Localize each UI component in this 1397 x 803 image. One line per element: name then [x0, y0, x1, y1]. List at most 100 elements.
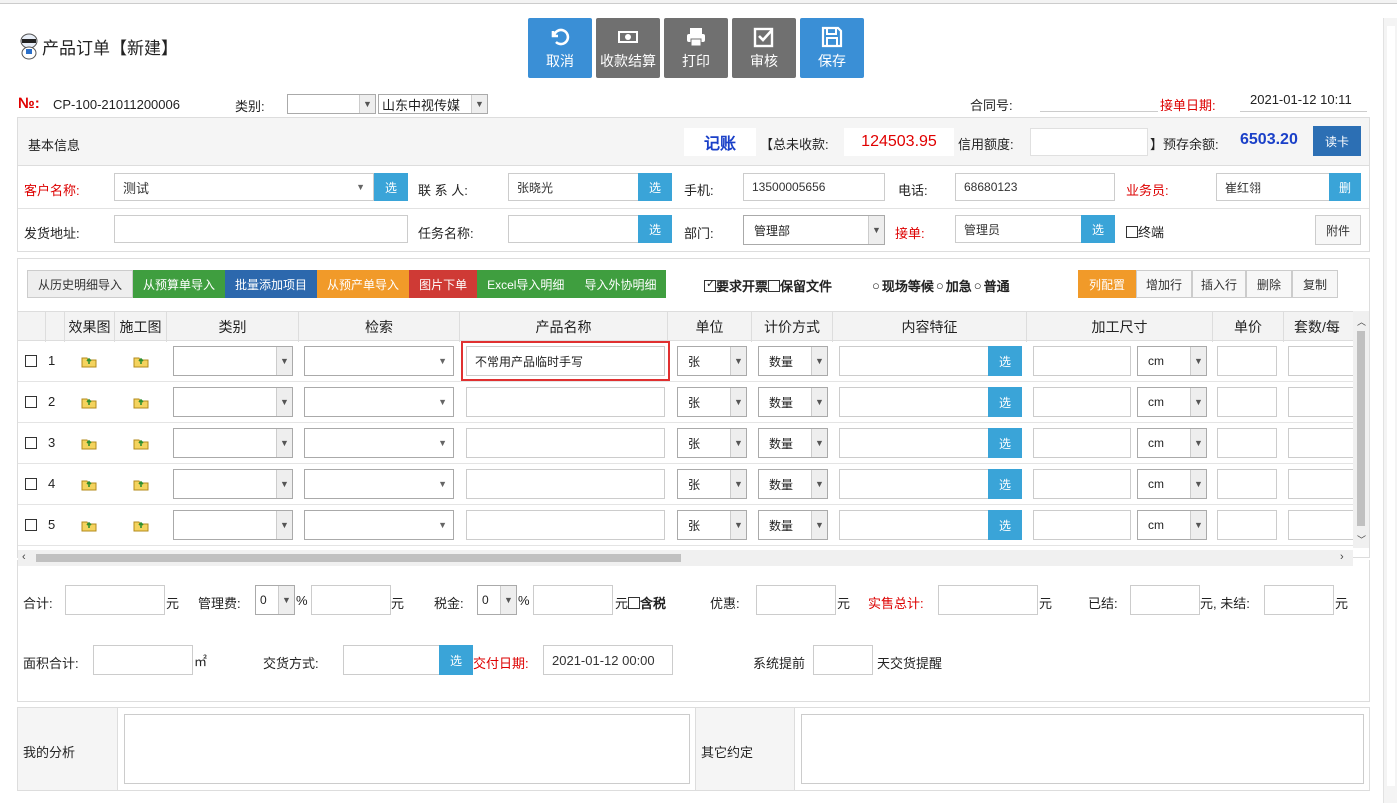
row-product-name-input[interactable] [466, 387, 665, 417]
mgmt-fee-select[interactable]: 0 ▼ [255, 585, 295, 615]
row-product-name-input[interactable] [466, 428, 665, 458]
row-category-select[interactable]: ▼ [173, 387, 293, 417]
terminal-checkbox[interactable]: 终端 [1126, 222, 1164, 241]
contract-input[interactable] [1040, 92, 1158, 112]
row-unit-select[interactable]: 张 ▼ [677, 469, 747, 499]
contact-select-button[interactable]: 选 [638, 173, 672, 201]
row-content-select-button[interactable]: 选 [988, 428, 1022, 458]
row-content-input[interactable] [839, 346, 989, 376]
sum-input[interactable] [65, 585, 165, 615]
row-content-select-button[interactable]: 选 [988, 469, 1022, 499]
audit-button[interactable]: 审核 [732, 18, 796, 78]
row-size-unit-select[interactable]: cm ▼ [1137, 428, 1207, 458]
row-unit-price-input[interactable] [1217, 510, 1277, 540]
row-unit-select[interactable]: 张 ▼ [677, 346, 747, 376]
task-input[interactable] [508, 215, 640, 243]
row-content-select-button[interactable]: 选 [988, 510, 1022, 540]
row-content-select-button[interactable]: 选 [988, 387, 1022, 417]
bookkeep-link[interactable]: 记账 [684, 128, 756, 156]
upload-folder-icon[interactable] [133, 437, 149, 450]
row-category-select[interactable]: ▼ [173, 510, 293, 540]
page-scrollbar[interactable] [1383, 18, 1397, 803]
tax-select[interactable]: 0 ▼ [477, 585, 517, 615]
budget-import-button[interactable]: 从预算单导入 [133, 270, 226, 298]
row-size-unit-select[interactable]: cm ▼ [1137, 469, 1207, 499]
radio-icon[interactable]: ○ [936, 278, 944, 293]
receive-date-input[interactable]: 2021-01-12 10:11 [1240, 92, 1367, 112]
salesman-input[interactable]: 崔红翎 [1216, 173, 1330, 201]
upload-folder-icon[interactable] [81, 396, 97, 409]
upload-folder-icon[interactable] [81, 437, 97, 450]
row-content-input[interactable] [839, 469, 989, 499]
upload-folder-icon[interactable] [81, 478, 97, 491]
row-size-input[interactable] [1033, 346, 1131, 376]
row-size-unit-select[interactable]: cm ▼ [1137, 387, 1207, 417]
radio-icon[interactable]: ○ [872, 278, 880, 293]
upload-folder-icon[interactable] [81, 519, 97, 532]
tax-inclusive-checkbox[interactable]: 元含税 [615, 593, 666, 612]
preprod-import-button[interactable]: 从预产单导入 [317, 270, 410, 298]
row-sets-input[interactable] [1288, 346, 1353, 376]
salesman-delete-button[interactable]: 删 [1329, 173, 1361, 201]
row-category-select[interactable]: ▼ [173, 346, 293, 376]
row-product-name-input[interactable] [466, 510, 665, 540]
sales-total-input[interactable] [938, 585, 1038, 615]
remind-days-input[interactable] [813, 645, 873, 675]
row-pricing-select[interactable]: 数量 ▼ [758, 346, 828, 376]
invoice-checkbox[interactable]: ✓ [704, 278, 716, 292]
row-search-select[interactable]: ▼ [304, 387, 454, 417]
other-agreement-textarea[interactable] [801, 714, 1364, 784]
row-size-unit-select[interactable]: cm ▼ [1137, 510, 1207, 540]
row-size-unit-select[interactable]: cm ▼ [1137, 346, 1207, 376]
checkbox-box[interactable] [1126, 225, 1138, 238]
unpaid-input[interactable] [1264, 585, 1334, 615]
row-product-name-input[interactable] [466, 469, 665, 499]
delivery-method-input[interactable] [343, 645, 440, 675]
row-pricing-select[interactable]: 数量 ▼ [758, 387, 828, 417]
upload-folder-icon[interactable] [133, 355, 149, 368]
mgmt-fee-input[interactable] [311, 585, 391, 615]
insert-row-button[interactable]: 插入行 [1192, 270, 1246, 298]
row-unit-select[interactable]: 张 ▼ [677, 387, 747, 417]
row-unit-price-input[interactable] [1217, 428, 1277, 458]
paid-input[interactable] [1130, 585, 1200, 615]
checkbox-box[interactable] [628, 596, 641, 609]
history-import-button[interactable]: 从历史明细导入 [27, 270, 134, 298]
delivery-method-select-button[interactable]: 选 [439, 645, 473, 675]
print-button[interactable]: 打印 [664, 18, 728, 78]
upload-folder-icon[interactable] [133, 519, 149, 532]
deliver-date-input[interactable]: 2021-01-12 00:00 [543, 645, 673, 675]
keepfile-checkbox[interactable] [768, 279, 781, 292]
row-search-select[interactable]: ▼ [304, 428, 454, 458]
task-select-button[interactable]: 选 [638, 215, 672, 243]
area-input[interactable] [93, 645, 193, 675]
row-checkbox[interactable] [25, 355, 37, 367]
receiver-input[interactable]: 管理员 [955, 215, 1083, 243]
upload-folder-icon[interactable] [133, 396, 149, 409]
mobile-input[interactable]: 13500005656 [743, 173, 885, 201]
row-unit-select[interactable]: 张 ▼ [677, 428, 747, 458]
row-sets-input[interactable] [1288, 469, 1353, 499]
my-analysis-textarea[interactable] [124, 714, 690, 784]
outsource-import-button[interactable]: 导入外协明细 [574, 270, 667, 298]
row-product-name-input[interactable]: 不常用产品临时手写 [461, 341, 670, 381]
company-select[interactable]: 山东中视传媒 ▼ [378, 94, 488, 114]
row-unit-price-input[interactable] [1217, 469, 1277, 499]
row-size-input[interactable] [1033, 387, 1131, 417]
excel-import-button[interactable]: Excel导入明细 [477, 270, 575, 298]
phone-input[interactable]: 68680123 [955, 173, 1115, 201]
upload-folder-icon[interactable] [133, 478, 149, 491]
attachment-button[interactable]: 附件 [1315, 215, 1361, 245]
grid-vertical-scrollbar[interactable]: ︿ ﹀ [1353, 311, 1369, 548]
row-pricing-select[interactable]: 数量 ▼ [758, 469, 828, 499]
row-content-select-button[interactable]: 选 [988, 346, 1022, 376]
tax-input[interactable] [533, 585, 613, 615]
cancel-button[interactable]: 取消 [528, 18, 592, 78]
row-checkbox[interactable] [25, 519, 37, 531]
customer-select[interactable]: 测试 ▼ [114, 173, 374, 201]
row-pricing-select[interactable]: 数量 ▼ [758, 428, 828, 458]
column-config-button[interactable]: 列配置 [1078, 270, 1136, 298]
contact-input[interactable]: 张晓光 [508, 173, 640, 201]
row-checkbox[interactable] [25, 437, 37, 449]
settle-button[interactable]: 收款结算 [596, 18, 660, 78]
